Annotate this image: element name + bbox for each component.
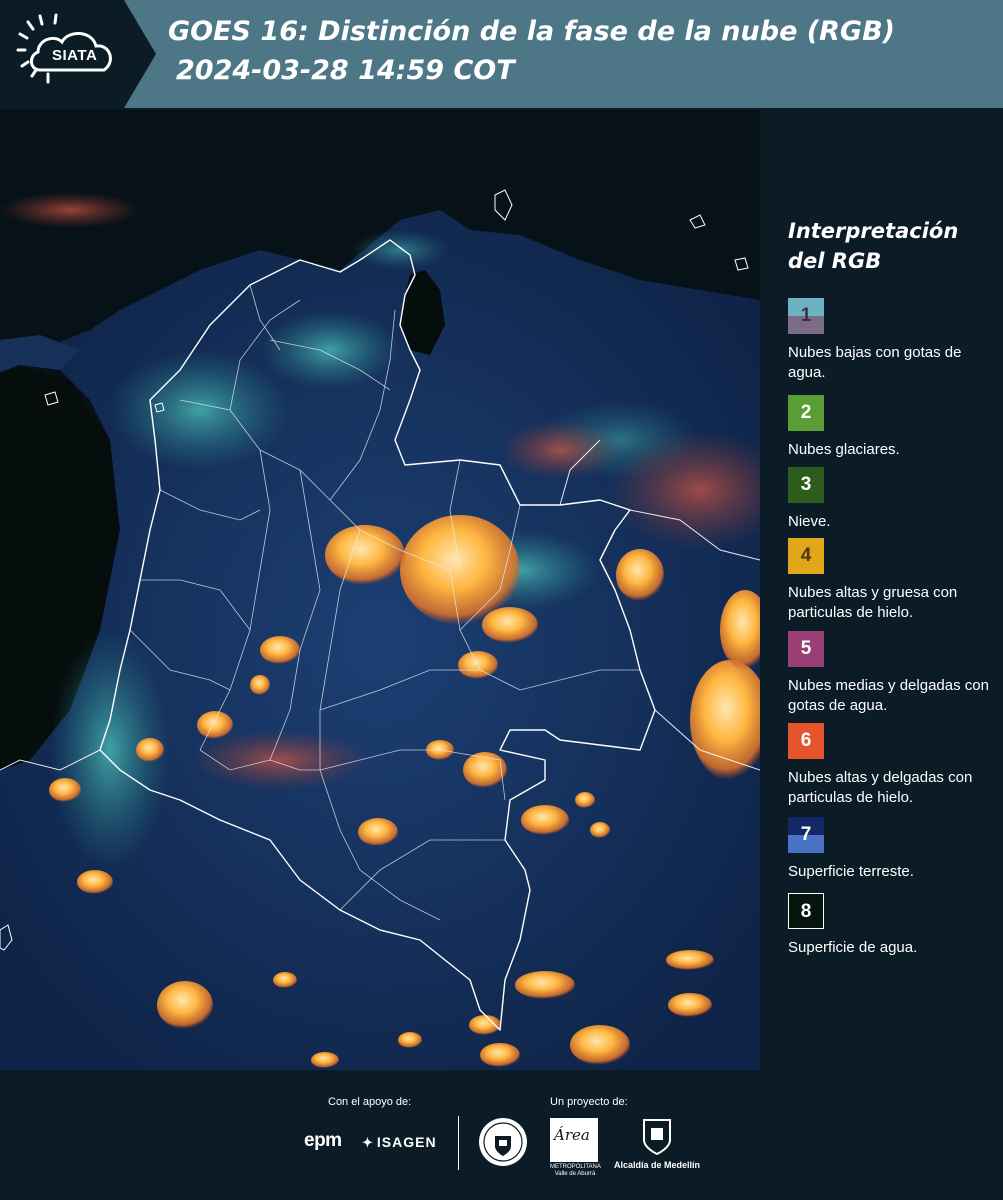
legend-number-7: 7: [800, 824, 812, 845]
alcaldia-logo: Alcaldía de Medellín: [612, 1118, 702, 1173]
legend-swatch-4: 4: [788, 538, 824, 574]
page-title: GOES 16: Distinción de la fase de la nub…: [168, 16, 895, 47]
isagen-logo: ✦ ISAGEN: [362, 1134, 437, 1151]
legend-title-line2: del RGB: [788, 249, 882, 273]
footer: Con el apoyo de: epm ✦ ISAGEN Un proyecto…: [0, 1070, 1003, 1200]
legend-number-8: 8: [800, 901, 812, 922]
legend-label-8: Superficie de agua.: [788, 939, 918, 956]
legend-label-6: Nubes altas y delgadas con particulas de…: [788, 769, 973, 806]
siata-logo: SIATA: [0, 0, 156, 108]
area-logo-subtitle-2: Valle de Aburrá: [554, 1171, 596, 1177]
legend-swatch-7: 7: [788, 817, 824, 853]
legend-number-3: 3: [800, 474, 812, 495]
legend-swatch-3: 3: [788, 467, 824, 503]
satellite-map: [0, 110, 760, 1070]
legend-number-6: 6: [800, 730, 812, 751]
legend-swatch-8: 8: [788, 893, 824, 929]
isagen-logo-text: ISAGEN: [376, 1134, 437, 1150]
alcaldia-name: Alcaldía de Medellín: [613, 1160, 701, 1170]
legend-label-7: Superficie terreste.: [788, 863, 914, 880]
legend-swatch-6: 6: [788, 723, 824, 759]
satellite-image: [0, 110, 760, 1070]
legend-title-line1: Interpretación: [788, 219, 959, 243]
legend-panel: Interpretación del RGB 1 Nubes bajas con…: [788, 0, 998, 1070]
isagen-mark-icon: ✦: [362, 1135, 374, 1150]
timestamp: 2024-03-28 14:59 COT: [176, 55, 515, 86]
shield-icon: [643, 1119, 671, 1156]
legend-label-4: Nubes altas y gruesa con particulas de h…: [788, 584, 958, 621]
legend-number-4: 4: [800, 545, 812, 566]
legend-swatch-5: 5: [788, 631, 824, 667]
legend-label-1: Nubes bajas con gotas de agua.: [788, 344, 962, 381]
epm-logo: epm: [304, 1130, 342, 1151]
footer-divider: [458, 1116, 459, 1170]
legend-swatch-2: 2: [788, 395, 824, 431]
area-logo-text: Área: [554, 1126, 590, 1144]
legend-number-5: 5: [800, 638, 812, 659]
support-label: Con el apoyo de:: [328, 1096, 412, 1108]
siata-logo-text: SIATA: [52, 47, 98, 64]
legend-label-2: Nubes glaciares.: [788, 441, 900, 458]
legend-number-1: 1: [800, 305, 812, 326]
project-label: Un proyecto de:: [550, 1096, 628, 1108]
legend-label-3: Nieve.: [788, 513, 831, 530]
legend-label-5: Nubes medias y delgadas con gotas de agu…: [788, 677, 989, 714]
area-logo-subtitle: METROPOLITANA: [550, 1164, 601, 1170]
seal-icon: [479, 1118, 527, 1166]
legend-title: Interpretación del RGB: [788, 216, 998, 276]
legend-swatch-1: 1: [788, 298, 824, 334]
legend-number-2: 2: [800, 402, 812, 423]
